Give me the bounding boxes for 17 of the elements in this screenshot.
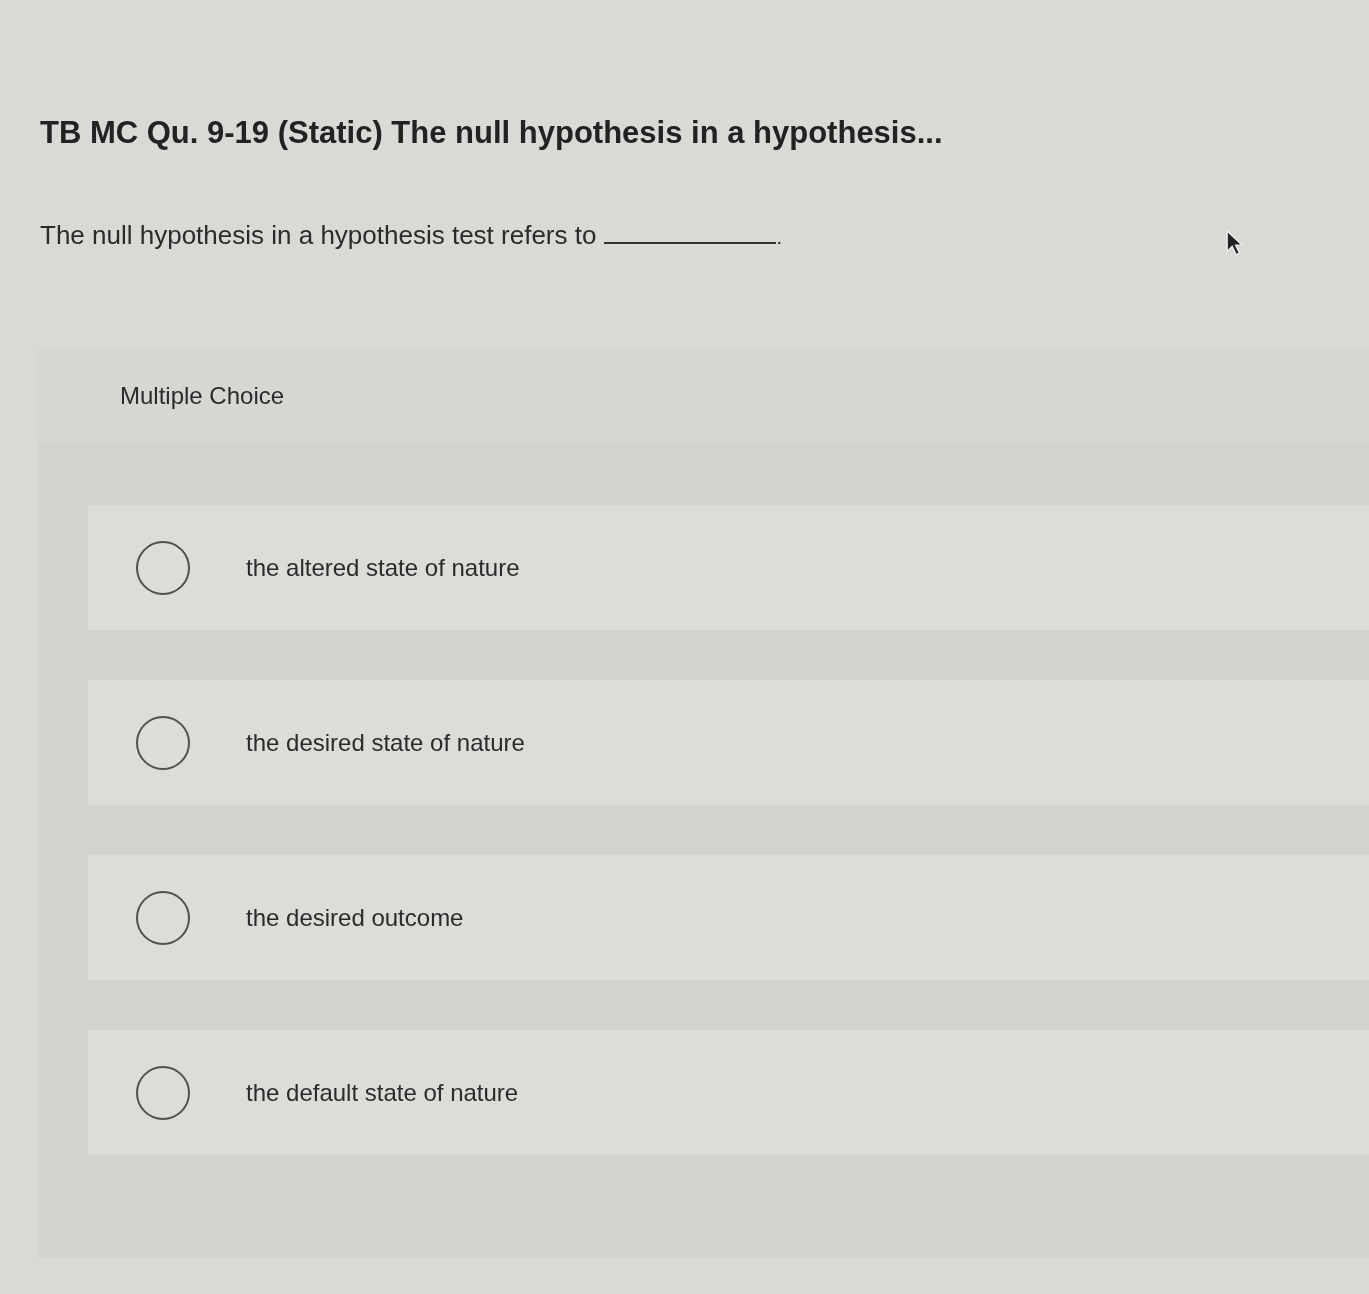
- answer-option[interactable]: the altered state of nature: [88, 505, 1369, 630]
- radio-button[interactable]: [136, 890, 190, 945]
- radio-button[interactable]: [136, 1065, 190, 1120]
- radio-button[interactable]: [136, 540, 190, 595]
- mouse-pointer-icon: [1226, 230, 1244, 257]
- option-label: the desired outcome: [246, 902, 464, 933]
- question-title: TB MC Qu. 9-19 (Static) The null hypothesis in a hypothesis...: [40, 114, 943, 152]
- question-text: The null hypothesis in a hypothesis test refers to: [40, 219, 597, 252]
- answer-option[interactable]: the desired state of nature: [88, 680, 1369, 805]
- radio-button[interactable]: [136, 715, 190, 770]
- answer-option[interactable]: the desired outcome: [88, 855, 1369, 980]
- option-label: the desired state of nature: [246, 727, 525, 758]
- option-label: the altered state of nature: [246, 552, 520, 583]
- option-label: the default state of nature: [246, 1077, 519, 1108]
- section-label: Multiple Choice: [120, 380, 285, 411]
- punctuation-text: .: [776, 225, 782, 250]
- answer-option[interactable]: the default state of nature: [88, 1030, 1369, 1155]
